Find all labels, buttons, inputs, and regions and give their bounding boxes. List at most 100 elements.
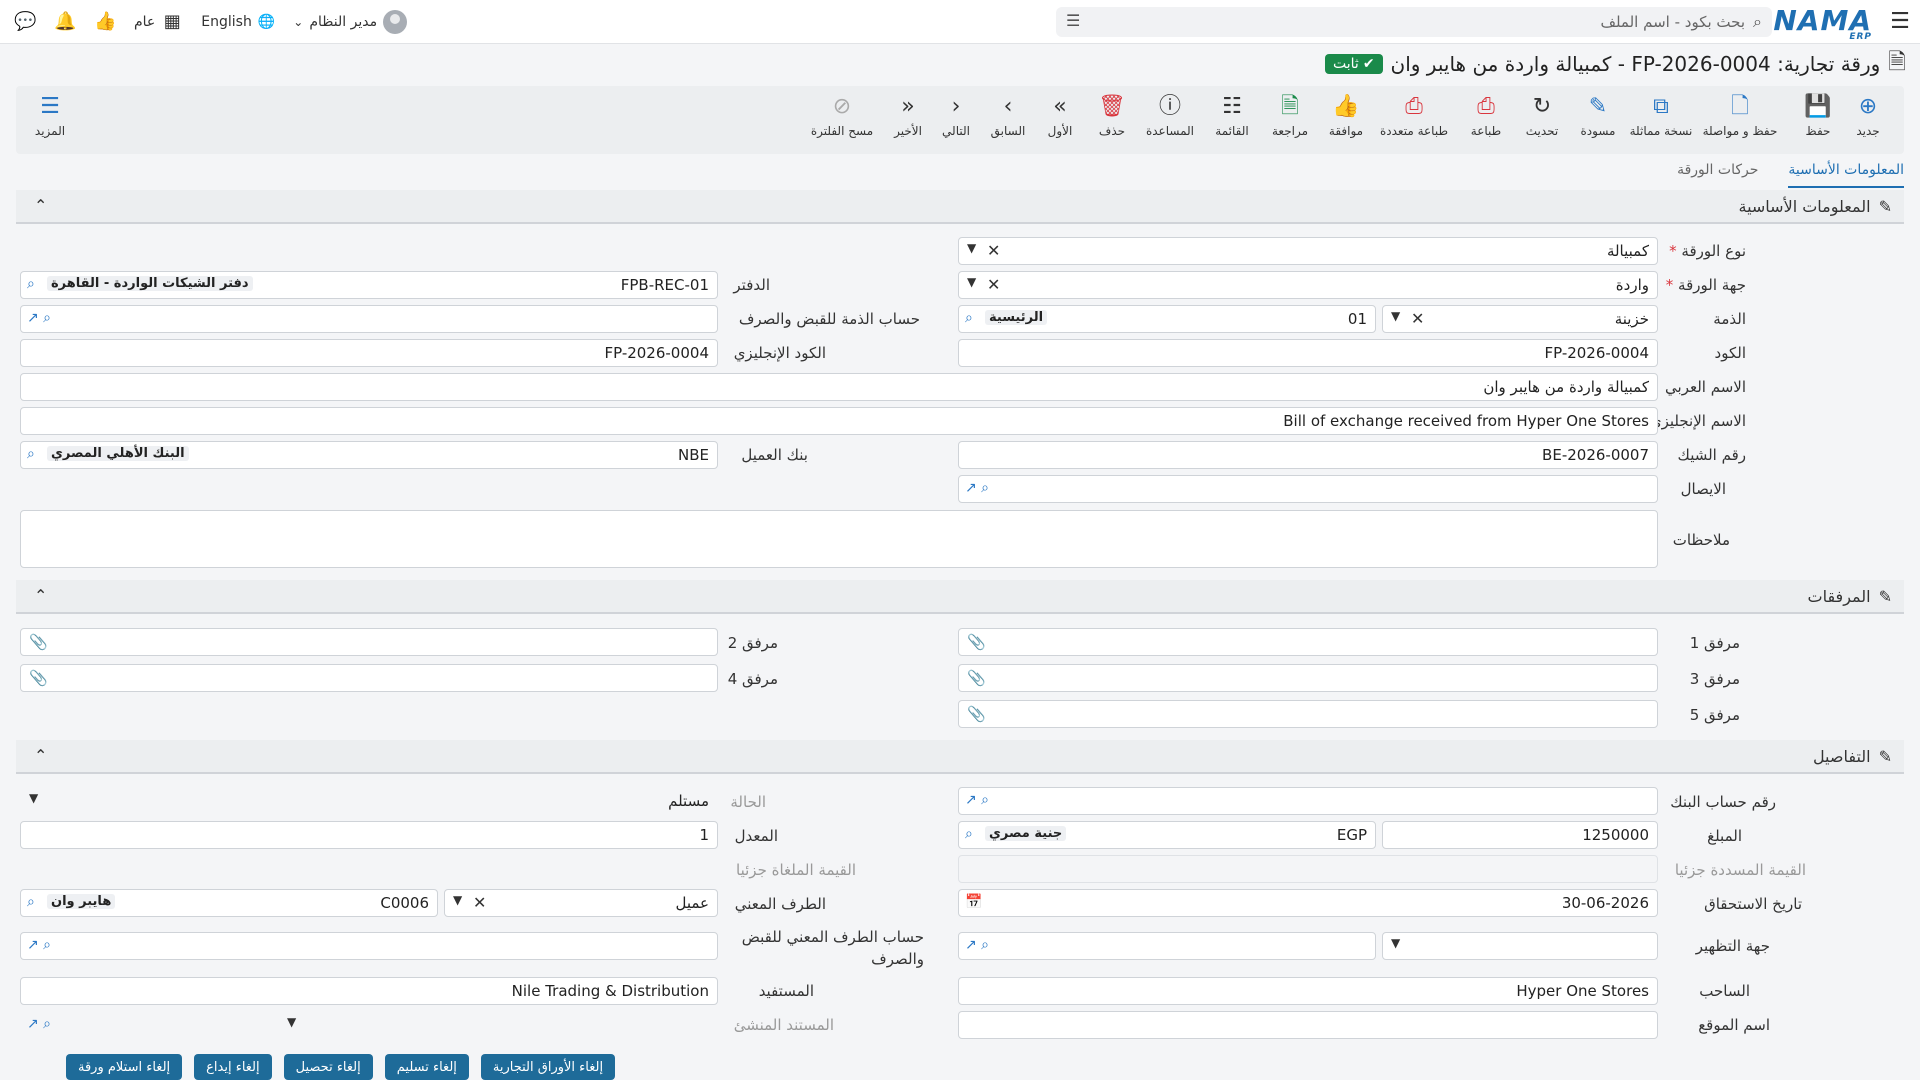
tab-basic-info[interactable]: المعلومات الأساسية bbox=[1788, 158, 1904, 188]
bank-account-lookup[interactable]: ⌕ ↗ bbox=[958, 787, 1658, 815]
endorse-lookup[interactable]: ⌕ ↗ bbox=[958, 932, 1376, 960]
chat-icon[interactable]: 💬 bbox=[14, 11, 36, 33]
clear-filter-button[interactable]: ⊘ مسح الفلترة bbox=[806, 94, 878, 150]
party-lookup[interactable]: C0006 هايبر وان ⌕ bbox=[20, 889, 438, 917]
attachment-5-input[interactable]: 📎 bbox=[958, 700, 1658, 728]
chevron-down-icon[interactable]: ▼ bbox=[1391, 936, 1400, 950]
search-share-icon[interactable]: ⌕ ↗ bbox=[965, 937, 989, 953]
cancel-commercial-papers-button[interactable]: إلغاء الأوراق التجارية bbox=[480, 1054, 616, 1080]
paperclip-icon[interactable]: 📎 bbox=[967, 669, 986, 687]
chevron-down-icon[interactable]: ▼ bbox=[453, 893, 462, 907]
help-button[interactable]: ⓘ المساعدة bbox=[1140, 94, 1200, 150]
search-share-icon[interactable]: ⌕ ↗ bbox=[965, 792, 989, 808]
clear-icon[interactable]: ✕ bbox=[1411, 309, 1424, 328]
receipt-lookup[interactable]: ⌕ ↗ bbox=[958, 475, 1658, 503]
last-button[interactable]: «الأخير bbox=[878, 94, 938, 150]
code-input[interactable]: FP-2026-0004 bbox=[958, 339, 1658, 367]
save-button[interactable]: 💾 حفظ bbox=[1788, 94, 1848, 150]
chevron-down-icon[interactable]: ▼ bbox=[967, 275, 976, 289]
attachment-3-input[interactable]: 📎 bbox=[958, 664, 1658, 692]
search-icon[interactable]: ⌕ bbox=[27, 894, 35, 910]
cancel-collection-button[interactable]: إلغاء تحصيل bbox=[283, 1054, 373, 1080]
search-icon[interactable]: ⌕ bbox=[27, 446, 35, 462]
search-share-icon[interactable]: ⌕ ↗ bbox=[965, 480, 989, 496]
chevron-up-icon[interactable]: ⌃ bbox=[34, 746, 47, 765]
rate-input[interactable]: 1 bbox=[20, 821, 718, 849]
section-attachments-header[interactable]: ✎ المرفقات ⌃ bbox=[16, 580, 1904, 614]
print-button[interactable]: ⎙ طباعة bbox=[1456, 94, 1516, 150]
multi-print-button[interactable]: ⎙ طباعة متعددة bbox=[1376, 94, 1452, 150]
notes-textarea[interactable] bbox=[20, 510, 1658, 568]
clear-icon[interactable]: ✕ bbox=[473, 893, 486, 912]
site-input[interactable] bbox=[958, 1011, 1658, 1039]
chevron-down-icon[interactable]: ▼ bbox=[29, 791, 38, 805]
ledger-lookup[interactable]: FPB-REC-01 دفتر الشيكات الواردة - القاهرة… bbox=[20, 271, 718, 299]
search-share-icon[interactable]: ⌕ ↗ bbox=[27, 1016, 51, 1032]
cancel-receive-button[interactable]: إلغاء استلام ورقة bbox=[66, 1054, 183, 1080]
duplicate-button[interactable]: ⧉ نسخة مماثلة bbox=[1626, 94, 1696, 150]
chevron-down-icon[interactable]: ▼ bbox=[967, 241, 976, 255]
drawer-input[interactable]: Hyper One Stores bbox=[958, 977, 1658, 1005]
chevron-down-icon[interactable]: ▼ bbox=[1391, 309, 1400, 323]
clear-icon[interactable]: ✕ bbox=[987, 275, 1000, 294]
paperclip-icon[interactable]: 📎 bbox=[29, 669, 48, 687]
bell-icon[interactable]: 🔔 bbox=[54, 11, 76, 33]
search-icon[interactable]: ⌕ bbox=[27, 276, 35, 292]
source-doc-lookup[interactable]: ▼ ⌕ ↗ bbox=[20, 1011, 718, 1039]
more-button[interactable]: ☰ المزيد bbox=[20, 94, 80, 150]
user-menu[interactable]: مدير النظام ⌄ bbox=[293, 10, 408, 34]
beneficiary-input[interactable]: Nile Trading & Distribution bbox=[20, 977, 718, 1005]
clear-icon[interactable]: ✕ bbox=[987, 241, 1000, 260]
paperclip-icon[interactable]: 📎 bbox=[967, 633, 986, 651]
save-continue-button[interactable]: 🗋 حفظ و مواصلة bbox=[1700, 94, 1780, 150]
section-details-header[interactable]: ✎ التفاصيل ⌃ bbox=[16, 740, 1904, 774]
menu-icon[interactable]: ☰ bbox=[1888, 10, 1912, 34]
cheque-no-input[interactable]: BE-2026-0007 bbox=[958, 441, 1658, 469]
review-button[interactable]: 🗎 مراجعة bbox=[1260, 94, 1320, 150]
cancel-delivery-button[interactable]: إلغاء تسليم bbox=[384, 1054, 469, 1080]
calendar-icon[interactable]: 📅 bbox=[965, 894, 982, 910]
attachment-2-input[interactable]: 📎 bbox=[20, 628, 718, 656]
prev-button[interactable]: › السابق bbox=[978, 94, 1038, 150]
attachment-1-input[interactable]: 📎 bbox=[958, 628, 1658, 656]
section-basic-header[interactable]: ✎ المعلومات الأساسية ⌃ bbox=[16, 190, 1904, 224]
search-icon[interactable]: ⌕ bbox=[965, 826, 973, 842]
party-type-select[interactable]: عميل ✕ ▼ bbox=[444, 889, 718, 917]
search-box[interactable]: ⌕ بحث بكود - اسم الملف ☰ bbox=[1056, 7, 1772, 37]
language-switch[interactable]: 🌐 English bbox=[201, 14, 275, 30]
paperclip-icon[interactable]: 📎 bbox=[967, 705, 986, 723]
account-type-select[interactable]: خزينة ✕ ▼ bbox=[1382, 305, 1658, 333]
thumbs-up-icon[interactable]: 👍 bbox=[94, 11, 116, 33]
approve-button[interactable]: 👍 موافقة bbox=[1316, 94, 1376, 150]
paperclip-icon[interactable]: 📎 bbox=[29, 633, 48, 651]
search-share-icon[interactable]: ⌕ ↗ bbox=[27, 310, 51, 326]
cancel-deposit-button[interactable]: إلغاء إيداع bbox=[194, 1054, 272, 1080]
ar-name-input[interactable]: كمبيالة واردة من هايبر وان bbox=[20, 373, 1658, 401]
draft-button[interactable]: ✎ مسودة bbox=[1568, 94, 1628, 150]
paper-side-select[interactable]: واردة ✕ ▼ bbox=[958, 271, 1658, 299]
paper-type-select[interactable]: كمبيالة ✕ ▼ bbox=[958, 237, 1658, 265]
branch-switch[interactable]: ▦ عام bbox=[134, 11, 183, 33]
account-lookup[interactable]: 01 الرئيسية ⌕ bbox=[958, 305, 1376, 333]
due-date-input[interactable]: 30-06-2026 📅 bbox=[958, 889, 1658, 917]
list-button[interactable]: ☷ القائمة bbox=[1202, 94, 1262, 150]
search-icon[interactable]: ⌕ bbox=[965, 310, 973, 326]
chevron-down-icon[interactable]: ▼ bbox=[287, 1015, 296, 1029]
currency-lookup[interactable]: EGP جنية مصري ⌕ bbox=[958, 821, 1376, 849]
tab-movements[interactable]: حركات الورقة bbox=[1677, 158, 1758, 188]
status-select[interactable]: مستلم ▼ bbox=[20, 787, 718, 815]
amount-input[interactable]: 1250000 bbox=[1382, 821, 1658, 849]
en-code-input[interactable]: FP-2026-0004 bbox=[20, 339, 718, 367]
endorse-type-select[interactable]: ▼ bbox=[1382, 932, 1658, 960]
client-bank-lookup[interactable]: NBE البنك الأهلي المصري ⌕ bbox=[20, 441, 718, 469]
first-button[interactable]: » الأول bbox=[1030, 94, 1090, 150]
delete-button[interactable]: 🗑 حذف bbox=[1082, 94, 1142, 150]
receipt-account-lookup[interactable]: ⌕ ↗ bbox=[20, 305, 718, 333]
filter-icon[interactable]: ☰ bbox=[1066, 11, 1080, 30]
refresh-button[interactable]: ↻ تحديث bbox=[1512, 94, 1572, 150]
chevron-up-icon[interactable]: ⌃ bbox=[34, 196, 47, 215]
en-name-input[interactable]: Bill of exchange received from Hyper One… bbox=[20, 407, 1658, 435]
chevron-up-icon[interactable]: ⌃ bbox=[34, 586, 47, 605]
party-account-lookup[interactable]: ⌕ ↗ bbox=[20, 932, 718, 960]
attachment-4-input[interactable]: 📎 bbox=[20, 664, 718, 692]
